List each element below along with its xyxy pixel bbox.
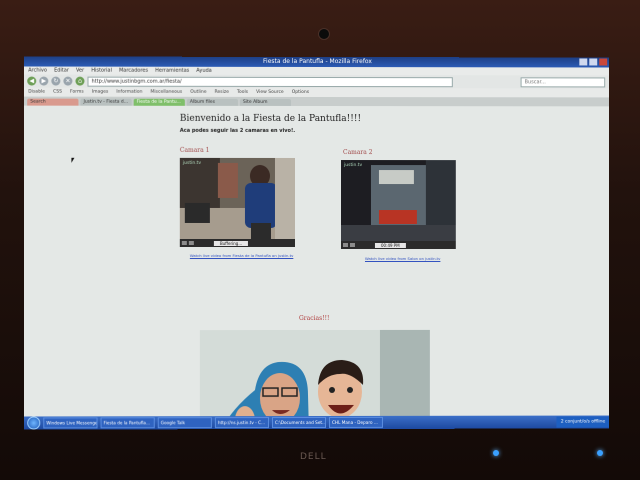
toolbar-forms[interactable]: Forms xyxy=(70,88,84,97)
stop-icon[interactable]: ✕ xyxy=(63,76,73,86)
web-page: Bienvenido a la Fiesta de la Pantufla!!!… xyxy=(24,105,610,430)
system-tray[interactable]: 2 conjunt/o/s offline xyxy=(556,416,610,428)
menu-herramientas[interactable]: Herramientas xyxy=(155,67,189,75)
window-title: Fiesta de la Pantufla - Mozilla Firefox xyxy=(262,57,372,66)
menu-ver[interactable]: Ver xyxy=(76,67,84,75)
home-icon[interactable]: ⌂ xyxy=(75,76,85,86)
toolbar-information[interactable]: Information xyxy=(116,88,142,97)
webcam-lens xyxy=(318,28,330,40)
camera1-video-player[interactable]: justin.tv Buffering... xyxy=(179,157,295,248)
back-icon[interactable]: ◀ xyxy=(27,76,37,86)
forward-icon[interactable]: ▶ xyxy=(39,76,49,86)
page-subtitle: Aca podes seguir las 2 camaras en vivo!. xyxy=(179,127,296,134)
url-bar[interactable]: http://www.justinbgm.com.ar/fiesta/ xyxy=(87,76,453,87)
camera2-link[interactable]: Watch live video from Salon on justin.tv xyxy=(365,256,440,261)
tab-site-album[interactable]: Site Album xyxy=(239,98,291,106)
camera1-label: Camara 1 xyxy=(179,146,210,154)
camera1-watermark: justin.tv xyxy=(182,160,202,166)
tab-fiesta[interactable]: Fiesta de la Pantu... xyxy=(133,98,185,106)
monitor-brand: DELL xyxy=(300,452,327,462)
window-titlebar: Fiesta de la Pantufla - Mozilla Firefox xyxy=(24,56,610,68)
camera1-video-frame xyxy=(179,157,295,239)
task-documents[interactable]: C:\Documents and Set... xyxy=(271,416,326,429)
page-title: Bienvenido a la Fiesta de la Pantufla!!!… xyxy=(179,113,362,125)
search-input[interactable]: Buscar... xyxy=(520,76,606,87)
power-led xyxy=(493,450,499,456)
toolbar-resize[interactable]: Resize xyxy=(215,88,229,97)
camera2-video-frame xyxy=(341,160,456,242)
camera2-pause-icon[interactable] xyxy=(349,243,355,247)
camera2-play-icon[interactable] xyxy=(342,243,348,247)
task-google-talk[interactable]: Google Talk xyxy=(157,417,212,429)
party-photo xyxy=(199,329,430,430)
camera2-video-player[interactable]: justin.tv 00:49 PM xyxy=(340,160,456,249)
reload-icon[interactable]: ↻ xyxy=(51,76,61,86)
camera2-controls: 00:49 PM xyxy=(340,241,456,249)
window-controls xyxy=(579,58,608,66)
menu-editar[interactable]: Editar xyxy=(54,67,69,75)
taskbar: Windows Live Messenger Fiesta de la Pant… xyxy=(24,415,610,430)
party-photo-image xyxy=(199,329,430,430)
navigation-toolbar: ◀ ▶ ↻ ✕ ⌂ http://www.justinbgm.com.ar/fi… xyxy=(24,74,610,89)
toolbar-tools[interactable]: Tools xyxy=(237,88,248,97)
mouse-cursor-icon xyxy=(71,157,75,163)
toolbar-options[interactable]: Options xyxy=(292,88,309,97)
tab-search[interactable]: Search xyxy=(27,98,79,106)
toolbar-miscellaneous[interactable]: Miscellaneous xyxy=(151,88,183,97)
toolbar-view-source[interactable]: View Source xyxy=(256,88,284,97)
task-justin-tv[interactable]: http://ns.justin.tv - C... xyxy=(214,417,269,429)
tab-album-files[interactable]: Album files xyxy=(186,98,238,106)
menu-historial[interactable]: Historial xyxy=(91,67,112,75)
camera1-status: Buffering... xyxy=(213,240,249,246)
task-chl[interactable]: CHL Mana - Deparo ... xyxy=(328,416,383,428)
menu-marcadores[interactable]: Marcadores xyxy=(119,67,148,75)
task-firefox[interactable]: Fiesta de la Pantufla... xyxy=(100,417,155,429)
camera2-label: Camara 2 xyxy=(342,149,373,157)
toolbar-css[interactable]: CSS xyxy=(53,88,62,97)
camera1-pause-icon[interactable] xyxy=(188,240,194,246)
menu-archivo[interactable]: Archivo xyxy=(28,67,47,75)
toolbar-disable[interactable]: Disable xyxy=(28,88,45,97)
camera1-link[interactable]: Watch live video from Fiesta de la Pantu… xyxy=(190,253,293,258)
toolbar-images[interactable]: Images xyxy=(92,88,109,97)
task-messenger[interactable]: Windows Live Messenger xyxy=(43,417,98,429)
start-button-icon[interactable] xyxy=(27,416,41,430)
tab-justin-tv[interactable]: Justin.tv - Fiesta d... xyxy=(80,98,132,106)
camera2-watermark: justin.tv xyxy=(343,163,363,169)
minimize-button[interactable] xyxy=(579,58,588,66)
camera1-play-icon[interactable] xyxy=(181,240,187,246)
close-button[interactable] xyxy=(599,58,608,66)
toolbar-outline[interactable]: Outline xyxy=(190,88,206,97)
status-led xyxy=(597,450,603,456)
camera1-controls: Buffering... xyxy=(179,238,295,248)
menu-ayuda[interactable]: Ayuda xyxy=(196,67,211,75)
camera2-status: 00:49 PM xyxy=(374,242,406,248)
screen: Fiesta de la Pantufla - Mozilla Firefox … xyxy=(24,56,610,430)
thanks-text: Gracias!!! xyxy=(298,314,330,323)
maximize-button[interactable] xyxy=(589,58,598,66)
